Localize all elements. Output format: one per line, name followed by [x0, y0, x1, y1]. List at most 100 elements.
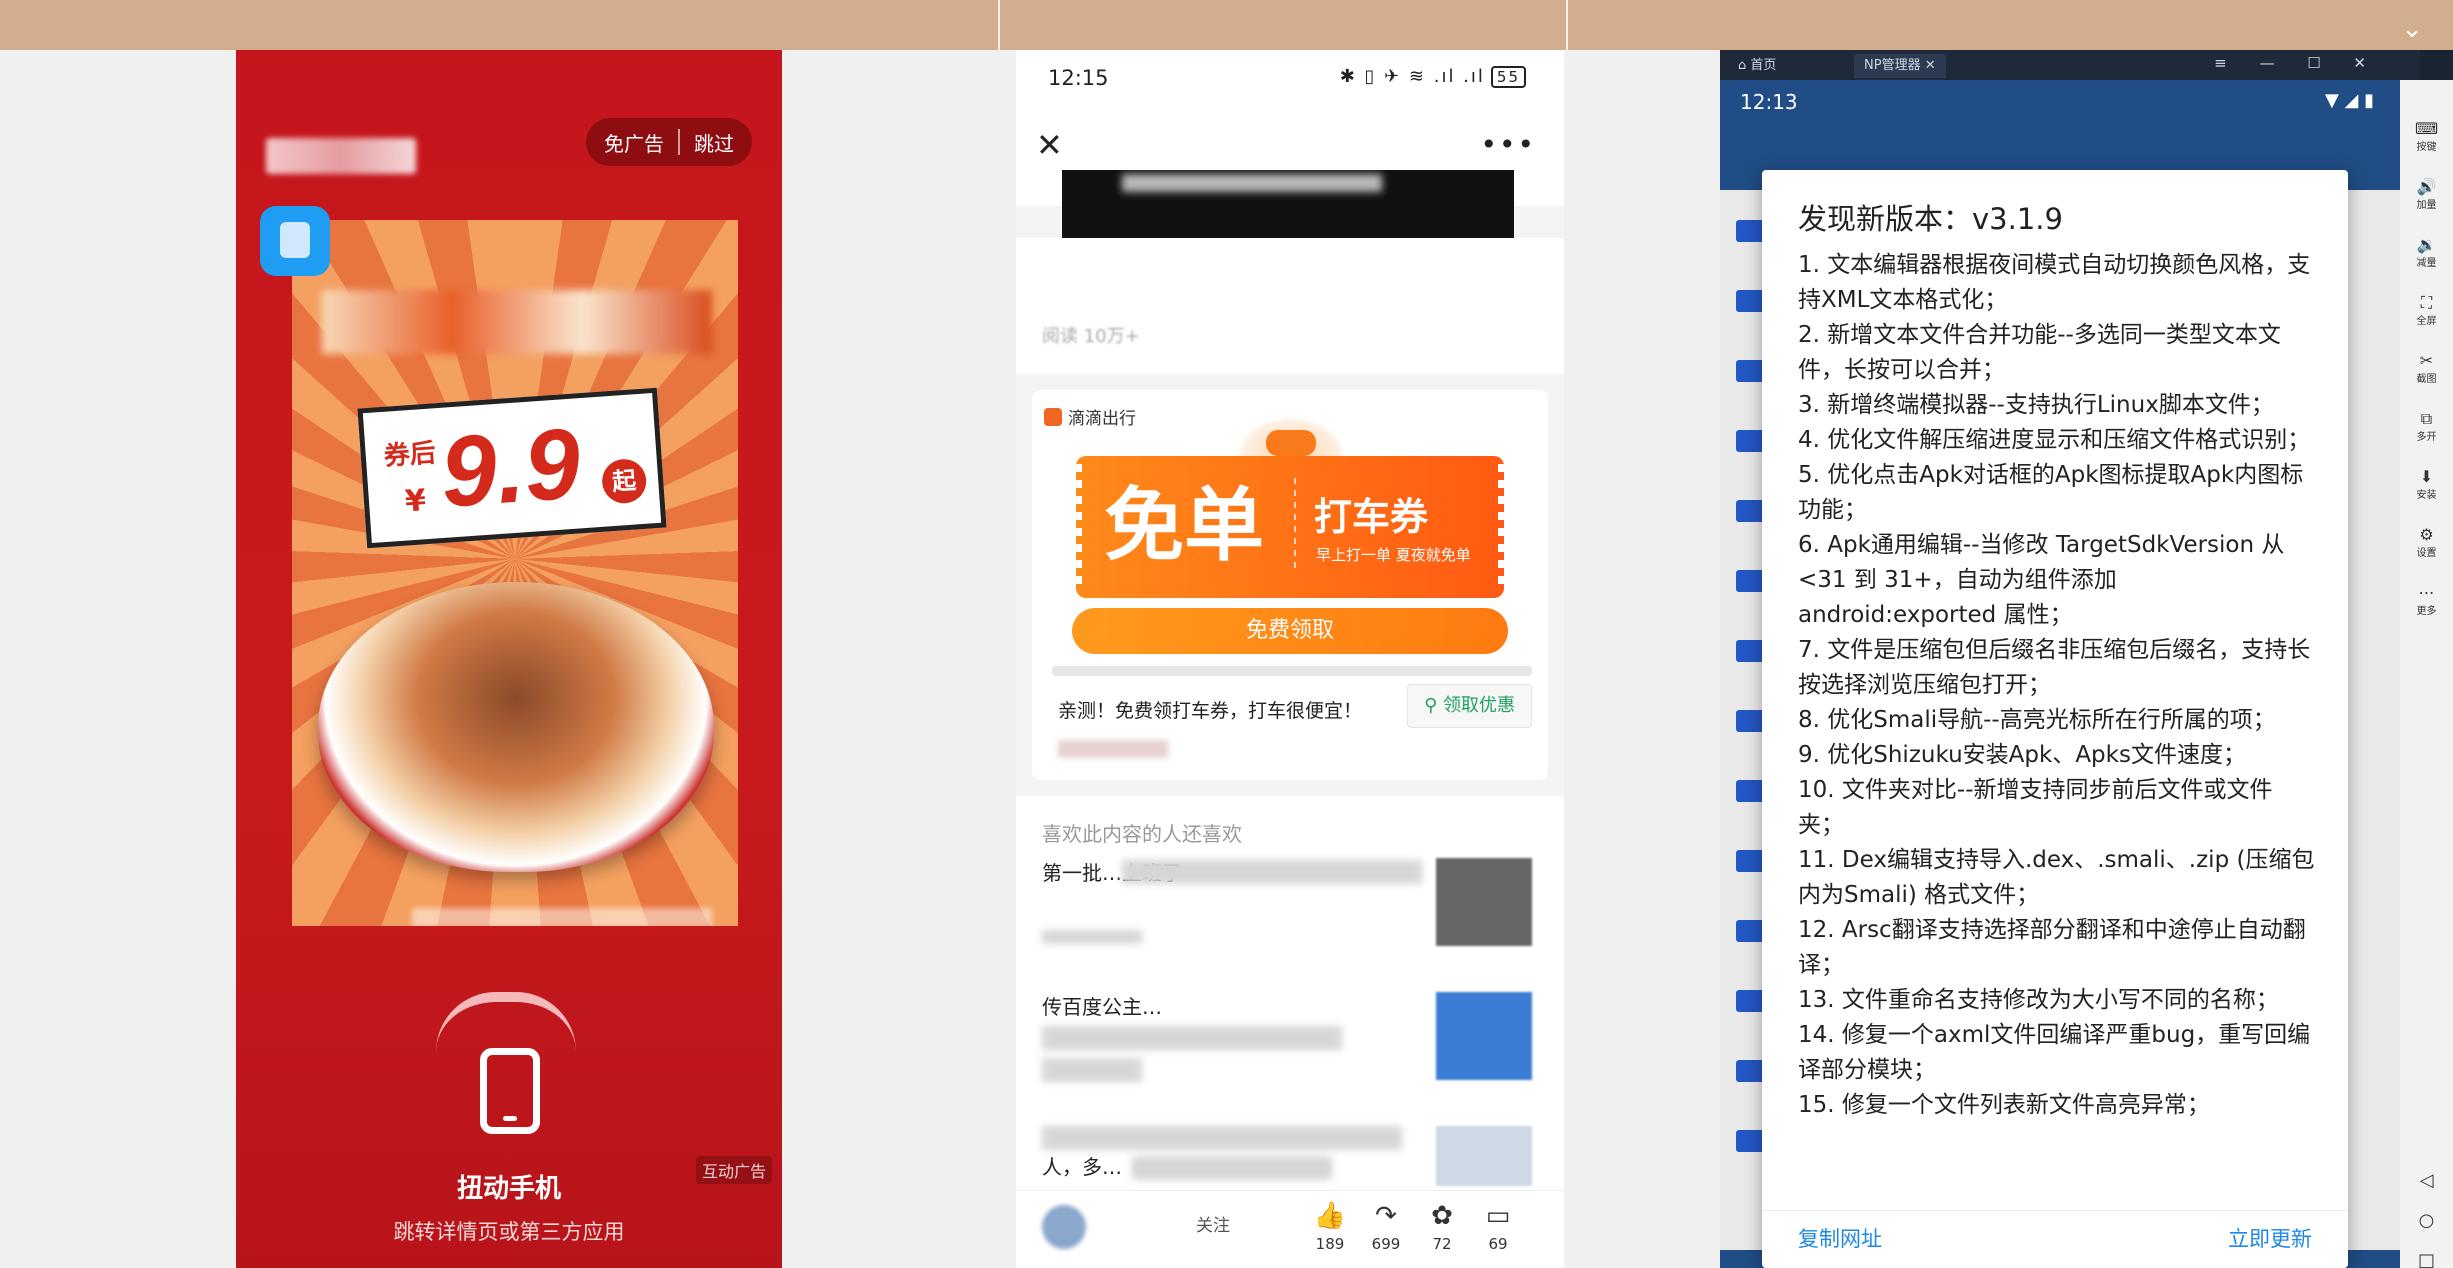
changelog[interactable]: 1. 文本编辑器根据夜间模式自动切换颜色风格，支持XML文本格式化； 2. 新增…	[1798, 248, 2318, 1210]
twist-arc-icon	[436, 992, 576, 1052]
list-item[interactable]: 第一批…上班了	[1042, 858, 1542, 958]
share-button[interactable]: ↷ 699	[1356, 1201, 1416, 1253]
blurred-account-name	[266, 138, 416, 174]
rail-volume-down-button[interactable]: 🔉 减量	[2400, 235, 2453, 270]
star-icon: ✿	[1431, 1201, 1453, 1231]
splash-ad-panel[interactable]: 免广告 跳过 券后 ¥ 9.9 起 扭动手机 跳转详情页或第三方应用 互动广告	[236, 50, 782, 1268]
didi-logo-icon	[1044, 407, 1062, 426]
divider	[678, 129, 680, 155]
related-thumbnail	[1436, 1126, 1532, 1186]
emulator-window: ⌂ 首页 NP管理器 ✕ ≡ — ☐ ✕ 12:13 ▼ ◢ ▮ 发现新版本：v…	[1720, 50, 2453, 1268]
avatar[interactable]	[1042, 1205, 1086, 1249]
tab-home[interactable]: ⌂ 首页	[1728, 54, 1786, 78]
price-box: 券后 ¥ 9.9 起	[357, 387, 667, 549]
favorite-button[interactable]: ✿ 72	[1412, 1201, 1472, 1253]
band-separator	[998, 0, 1000, 50]
collapse-chevron-icon[interactable]: ⌄	[2401, 14, 2423, 44]
rail-label: 安装	[2416, 490, 2437, 501]
thumb-up-icon: 👍	[1313, 1201, 1347, 1231]
changelog-item: 7. 文件是压缩包但后缀名非压缩包后缀名，支持长按选择浏览压缩包打开；	[1798, 637, 2311, 698]
close-icon[interactable]: ✕	[1036, 126, 1063, 164]
rail-volume-up-button[interactable]: 🔊 加量	[2400, 177, 2453, 212]
changelog-item: 6. Apk通用编辑--当修改 TargetSdkVersion 从 <31 到…	[1798, 532, 2285, 628]
window-controls[interactable]: ≡ — ☐ ✕	[2214, 54, 2380, 72]
rail-fullscreen-button[interactable]: ⛶ 全屏	[2400, 293, 2453, 328]
dialog-title: 发现新版本：v3.1.9	[1798, 202, 2063, 236]
changelog-item: 15. 修复一个文件列表新文件高亮异常；	[1798, 1092, 2210, 1118]
changelog-item: 4. 优化文件解压缩进度显示和压缩文件格式识别；	[1798, 427, 2311, 453]
share-icon: ↷	[1375, 1201, 1397, 1231]
blurred-text	[1042, 1058, 1142, 1082]
changelog-item: 5. 优化点击Apk对话框的Apk图标提取Apk内图标功能；	[1798, 462, 2304, 523]
multi-open-icon: ⧉	[2420, 409, 2433, 428]
tab-np-manager[interactable]: NP管理器 ✕	[1854, 54, 1946, 78]
changelog-item: 12. Arsc翻译支持选择部分翻译和中途停止自动翻译；	[1798, 917, 2306, 978]
related-thumbnail	[1436, 992, 1532, 1080]
ad-skip-bar[interactable]: 免广告 跳过	[586, 118, 752, 166]
changelog-item: 13. 文件重命名支持修改为大小写不同的名称；	[1798, 987, 2279, 1013]
rail-keyboard-button[interactable]: ⌨ 按键	[2400, 120, 2453, 154]
rail-install-button[interactable]: ⬇ 安装	[2400, 468, 2453, 502]
tab-close-icon[interactable]: ✕	[1921, 58, 1936, 73]
free-claim-button[interactable]: 免费领取	[1072, 608, 1508, 654]
blurred-hero-image	[1062, 170, 1514, 238]
home-circle-icon[interactable]: ○	[2400, 1210, 2453, 1231]
noodle-bowl-image	[318, 582, 714, 872]
blurred-text	[1122, 860, 1422, 884]
follow-button[interactable]: 关注	[1196, 1211, 1230, 1236]
get-offer-label: 领取优惠	[1443, 695, 1515, 716]
brand-name: 滴滴出行	[1068, 409, 1136, 429]
coupon-subtitle: 早上打一单 夏夜就免单	[1316, 546, 1471, 564]
fullscreen-icon: ⛶	[2420, 293, 2433, 312]
food-poster[interactable]: 券后 ¥ 9.9 起	[292, 220, 738, 926]
ad-card[interactable]: 滴滴出行 免单 打车券 早上打一单 夏夜就免单 免费领取 亲测！免费领打车券，打…	[1032, 390, 1548, 780]
get-offer-button[interactable]: ⚲ 领取优惠	[1407, 684, 1532, 728]
like-count: 189	[1315, 1235, 1345, 1253]
price-value: 9.9	[437, 407, 584, 529]
changelog-item: 3. 新增终端模拟器--支持执行Linux脚本文件；	[1798, 392, 2274, 418]
band-separator	[1566, 0, 1568, 50]
comment-button[interactable]: ▭ 69	[1468, 1201, 1528, 1253]
skip-button[interactable]: 跳过	[694, 128, 734, 157]
blurred-text	[1042, 930, 1142, 944]
status-time: 12:15	[1048, 66, 1109, 90]
price-suffix: 起	[600, 457, 648, 505]
related-thumbnail	[1436, 858, 1532, 946]
changelog-item: 1. 文本编辑器根据夜间模式自动切换颜色风格，支持XML文本格式化；	[1798, 252, 2311, 313]
list-item[interactable]: 传百度公主…	[1042, 992, 1542, 1092]
update-now-button[interactable]: 立即更新	[2228, 1223, 2312, 1253]
volume-down-icon: 🔉	[2416, 235, 2437, 254]
back-icon[interactable]: ◁	[2400, 1170, 2453, 1191]
comment-count: 69	[1488, 1235, 1508, 1253]
settings-icon: ⚙	[2419, 525, 2434, 544]
rail-multi-open-button[interactable]: ⧉ 多开	[2400, 409, 2453, 444]
blurred-author	[1058, 740, 1168, 758]
rail-screenshot-button[interactable]: ✂ 截图	[2400, 351, 2453, 386]
changelog-item: 2. 新增文本文件合并功能--多选同一类型文本文件，长按可以合并；	[1798, 322, 2281, 383]
recents-icon[interactable]: □	[2400, 1250, 2453, 1268]
like-button[interactable]: 👍 189	[1300, 1201, 1360, 1253]
twist-subtitle: 跳转详情页或第三方应用	[393, 1220, 625, 1244]
screenshot-icon: ✂	[2419, 351, 2434, 370]
android-status-bar: 12:13 ▼ ◢ ▮	[1720, 80, 2400, 124]
changelog-item: 14. 修复一个axml文件回编译严重bug，重写回编译部分模块；	[1798, 1022, 2311, 1083]
home-icon: ⌂	[1738, 58, 1751, 73]
changelog-item: 8. 优化Smali导航--高亮光标所在行所属的项；	[1798, 707, 2276, 733]
update-dialog: 发现新版本：v3.1.9 1. 文本编辑器根据夜间模式自动切换颜色风格，支持XM…	[1762, 170, 2348, 1268]
more-icon: ⋯	[2418, 583, 2435, 602]
coupon-big-text: 免单	[1104, 479, 1264, 572]
middle-margin	[782, 50, 1016, 1268]
copy-url-button[interactable]: 复制网址	[1798, 1223, 1882, 1253]
volume-up-icon: 🔊	[2416, 177, 2437, 196]
ride-coupon[interactable]: 免单 打车券 早上打一单 夏夜就免单	[1070, 456, 1510, 598]
left-margin	[0, 50, 236, 1268]
app-icon	[260, 206, 330, 276]
rail-label: 按键	[2416, 142, 2437, 153]
rail-more-button[interactable]: ⋯ 更多	[2400, 583, 2453, 618]
changelog-item: 11. Dex编辑支持导入.dex、.smali、.zip (压缩包内为Smal…	[1798, 847, 2315, 908]
more-icon[interactable]: •••	[1480, 128, 1536, 161]
rail-settings-button[interactable]: ⚙ 设置	[2400, 525, 2453, 560]
blurred-text	[1042, 1026, 1342, 1050]
related-header: 喜欢此内容的人还喜欢	[1042, 822, 1242, 846]
no-ads-button[interactable]: 免广告	[604, 128, 664, 157]
